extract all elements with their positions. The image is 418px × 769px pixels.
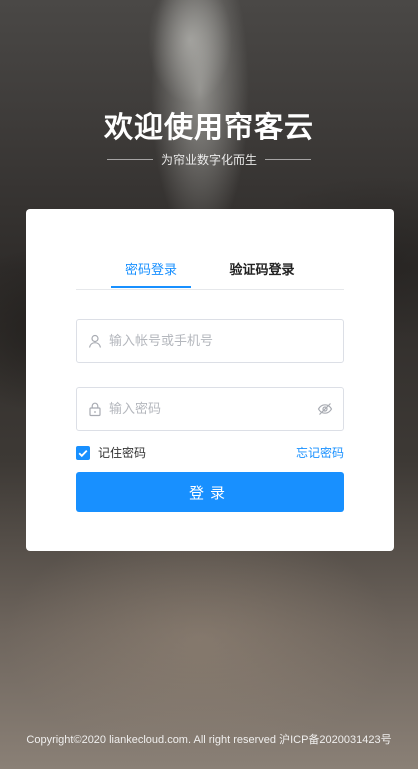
user-icon <box>88 334 102 348</box>
account-input[interactable] <box>107 320 311 362</box>
forgot-password-link[interactable]: 忘记密码 <box>296 444 344 461</box>
page-title: 欢迎使用帘客云 <box>103 110 314 144</box>
subtitle: 为帘业数字化而生 <box>160 153 257 167</box>
login-button[interactable]: 登录 <box>76 472 344 512</box>
eye-off-icon[interactable] <box>317 401 333 417</box>
tab-code-login[interactable]: 验证码登录 <box>222 259 302 288</box>
divider-left <box>106 159 153 160</box>
subtitle-row: 为帘业数字化而生 <box>0 151 418 168</box>
divider-right <box>265 159 311 160</box>
remember-password-checkbox[interactable]: 记住密码 <box>76 444 146 461</box>
password-field[interactable] <box>76 387 344 431</box>
lock-icon <box>89 402 101 417</box>
checkbox-checked-icon[interactable] <box>76 445 90 460</box>
password-input[interactable] <box>107 388 311 430</box>
tab-password-login[interactable]: 密码登录 <box>111 259 191 288</box>
login-tabs: 密码登录 验证码登录 <box>76 253 344 290</box>
footer-copyright: Copyright©2020 liankecloud.com. All righ… <box>26 734 392 746</box>
login-card: 密码登录 验证码登录 记住密码 忘记密码 登录 <box>26 209 394 551</box>
account-field[interactable] <box>76 319 344 363</box>
remember-password-label: 记住密码 <box>98 446 147 460</box>
